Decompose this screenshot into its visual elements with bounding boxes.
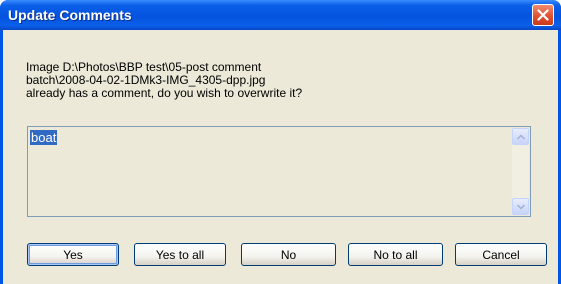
- cancel-button[interactable]: Cancel: [455, 243, 547, 266]
- update-comments-dialog: Update Comments Image D:\Photos\BBP test…: [0, 0, 561, 284]
- comment-textarea[interactable]: boat: [27, 126, 531, 217]
- title-bar[interactable]: Update Comments: [0, 0, 561, 30]
- scroll-down-arrow-icon: [517, 204, 525, 210]
- dialog-title: Update Comments: [8, 7, 132, 23]
- yes-button[interactable]: Yes: [27, 243, 119, 266]
- scroll-up-arrow-icon: [517, 134, 525, 140]
- scroll-up-button[interactable]: [512, 128, 529, 145]
- dialog-message: Image D:\Photos\BBP test\05-post comment…: [26, 60, 303, 100]
- no-button[interactable]: No: [241, 243, 336, 266]
- vertical-scrollbar[interactable]: [512, 128, 529, 215]
- dialog-body: Image D:\Photos\BBP test\05-post comment…: [3, 30, 558, 284]
- comment-text-selected: boat: [30, 130, 58, 145]
- close-button[interactable]: [532, 4, 554, 26]
- close-icon: [537, 9, 549, 21]
- no-to-all-button[interactable]: No to all: [348, 243, 443, 266]
- yes-to-all-button[interactable]: Yes to all: [134, 243, 226, 266]
- scroll-down-button[interactable]: [512, 198, 529, 215]
